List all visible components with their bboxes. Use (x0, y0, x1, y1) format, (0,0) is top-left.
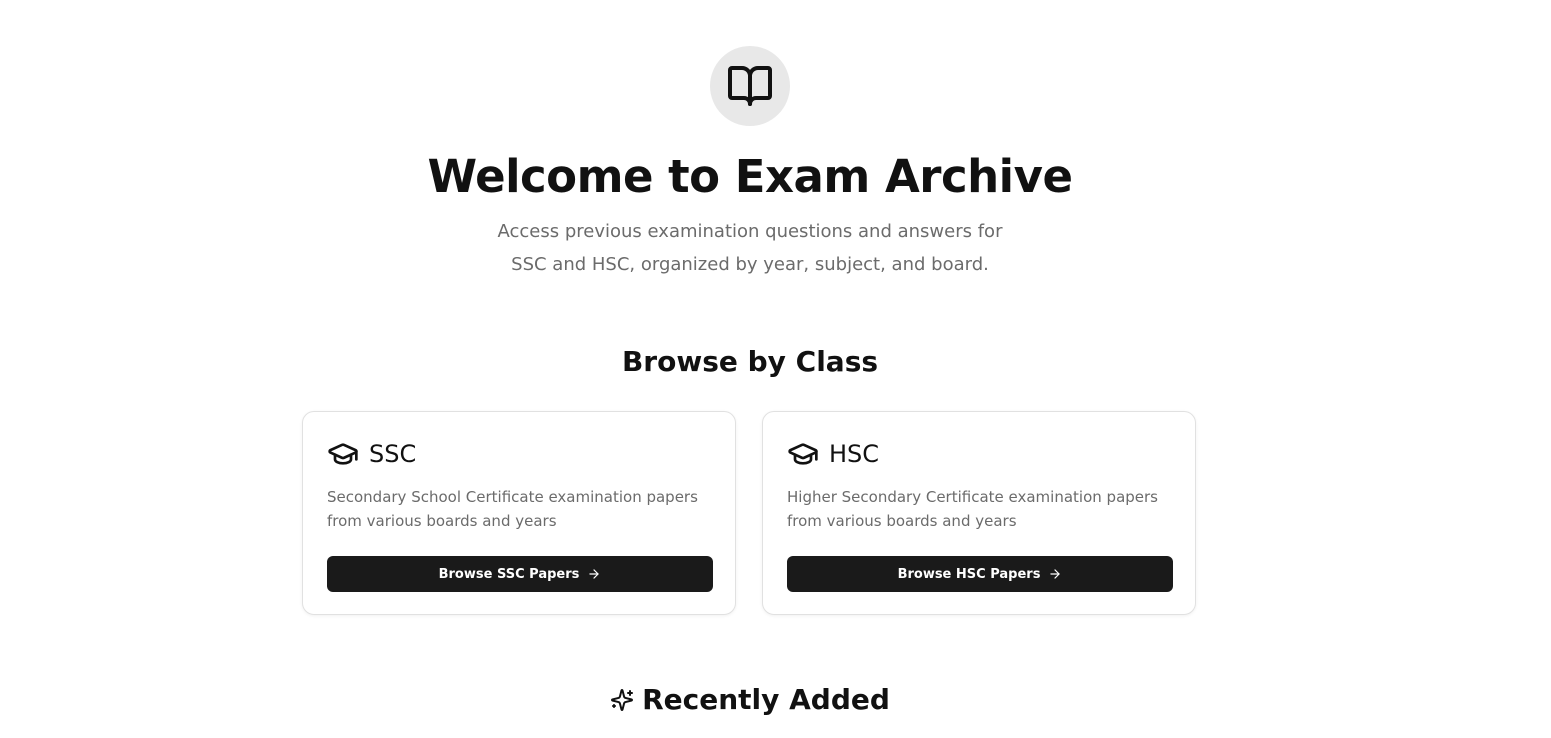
book-open-icon (728, 66, 772, 106)
hsc-card-description: Higher Secondary Certificate examination… (787, 488, 1158, 530)
hsc-card: HSC Higher Secondary Certificate examina… (762, 411, 1196, 615)
sparkles-icon (611, 688, 634, 712)
ssc-card-header: SSC (327, 438, 416, 470)
page-title: Welcome to Exam Archive (427, 150, 1073, 203)
recently-added-heading: Recently Added (0, 682, 1500, 718)
ssc-card: SSC Secondary School Certificate examina… (302, 411, 736, 615)
subtitle-line-1: Access previous examination questions an… (497, 221, 1003, 242)
ssc-card-description: Secondary School Certificate examination… (327, 488, 698, 530)
subtitle-line-2: SSC and HSC, organized by year, subject,… (511, 254, 989, 275)
hsc-card-header: HSC (787, 438, 879, 470)
page-subtitle: Access previous examination questions an… (0, 215, 1500, 281)
browse-ssc-button-label: Browse SSC Papers (438, 566, 580, 582)
graduation-cap-icon (328, 443, 358, 465)
hero-icon-circle (710, 46, 790, 126)
browse-hsc-button-label: Browse HSC Papers (897, 566, 1041, 582)
recently-added-title: Recently Added (642, 683, 890, 716)
browse-section-title: Browse by Class (621, 345, 879, 378)
browse-hsc-button[interactable]: Browse HSC Papers (787, 556, 1173, 592)
browse-ssc-button[interactable]: Browse SSC Papers (327, 556, 713, 592)
arrow-right-icon (1050, 569, 1061, 579)
ssc-card-title: SSC (369, 440, 417, 468)
graduation-cap-icon (788, 443, 818, 465)
hsc-card-title: HSC (829, 440, 880, 468)
arrow-right-icon (589, 569, 600, 579)
page: Welcome to Exam Archive Access previous … (0, 0, 1551, 738)
